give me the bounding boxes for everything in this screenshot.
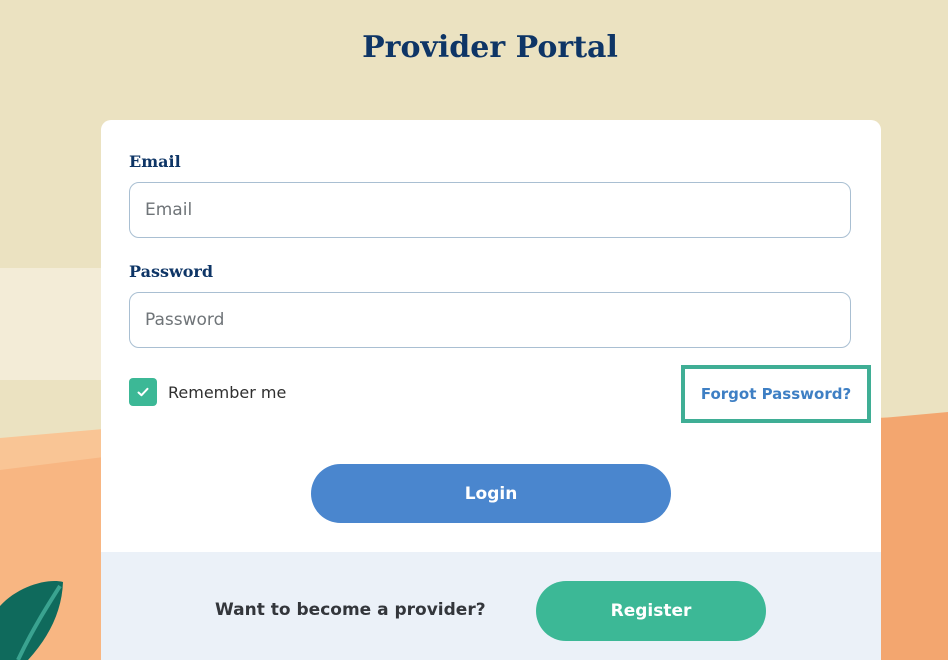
page-title: Provider Portal <box>362 30 618 65</box>
remember-me-toggle[interactable]: Remember me <box>129 378 286 406</box>
login-card: Email Password Remember me Forgot Passwo… <box>101 120 881 660</box>
email-input[interactable] <box>129 182 851 238</box>
register-button[interactable]: Register <box>536 581 766 641</box>
email-label: Email <box>129 152 181 171</box>
remember-me-label: Remember me <box>168 382 287 402</box>
forgot-password-link[interactable]: Forgot Password? <box>681 365 871 423</box>
register-section: Want to become a provider? Register <box>101 552 881 660</box>
checkmark-icon <box>137 387 149 397</box>
password-label: Password <box>129 262 214 281</box>
password-input[interactable] <box>129 292 851 348</box>
register-prompt: Want to become a provider? <box>215 600 486 620</box>
remember-me-checkbox[interactable] <box>129 378 157 406</box>
login-button[interactable]: Login <box>311 464 671 523</box>
